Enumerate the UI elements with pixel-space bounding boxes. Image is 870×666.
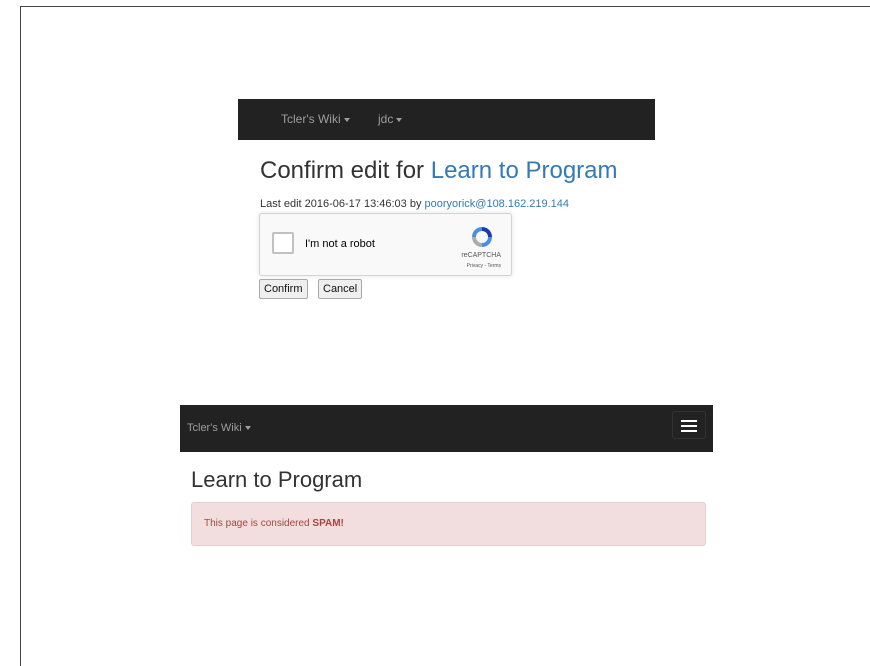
last-edit-ip-link[interactable]: @108.162.219.144 <box>475 198 569 210</box>
last-edit-prefix: Last edit 2016-06-17 13:46:03 by <box>260 198 422 210</box>
recaptcha-privacy-link[interactable]: Privacy <box>467 263 483 269</box>
page-heading: Learn to Program <box>191 467 363 492</box>
recaptcha-brand: reCAPTCHA <box>461 252 501 259</box>
nav-brand-dropdown[interactable]: Tcler's Wiki <box>281 99 350 140</box>
page-title-link[interactable]: Learn to Program <box>431 157 618 184</box>
recaptcha-label: I'm not a robot <box>305 238 375 250</box>
spam-alert: This page is considered SPAM! <box>191 502 706 546</box>
cancel-button[interactable]: Cancel <box>318 279 363 299</box>
nav-brand-label: Tcler's Wiki <box>187 422 242 434</box>
last-edit-user-link[interactable]: pooryorick <box>425 198 476 210</box>
caret-down-icon <box>244 426 251 431</box>
top-navbar: Tcler's Wiki jdc <box>238 99 655 140</box>
nav-brand-dropdown[interactable]: Tcler's Wiki <box>187 405 251 452</box>
caret-down-icon <box>396 117 403 122</box>
recaptcha-logo-icon <box>472 227 492 247</box>
page-title: Confirm edit for Learn to Program <box>260 157 618 185</box>
last-edit-info: Last edit 2016-06-17 13:46:03 by pooryor… <box>260 198 569 210</box>
recaptcha-checkbox[interactable] <box>272 232 294 254</box>
alert-text: This page is considered <box>204 518 310 529</box>
page-title-prefix: Confirm edit for <box>260 157 425 184</box>
hamburger-menu-icon[interactable] <box>672 411 706 439</box>
alert-emphasis: SPAM! <box>312 518 344 529</box>
bottom-navbar: Tcler's Wiki <box>180 405 713 452</box>
nav-user-label: jdc <box>378 112 394 126</box>
recaptcha-links: Privacy - Terms <box>467 263 501 269</box>
recaptcha-terms-link[interactable]: Terms <box>487 263 501 269</box>
nav-user-dropdown[interactable]: jdc <box>378 99 403 140</box>
caret-down-icon <box>343 117 350 122</box>
recaptcha-widget: I'm not a robot reCAPTCHA Privacy - Term… <box>259 213 512 276</box>
confirm-button[interactable]: Confirm <box>259 279 308 299</box>
nav-brand-label: Tcler's Wiki <box>281 112 341 126</box>
